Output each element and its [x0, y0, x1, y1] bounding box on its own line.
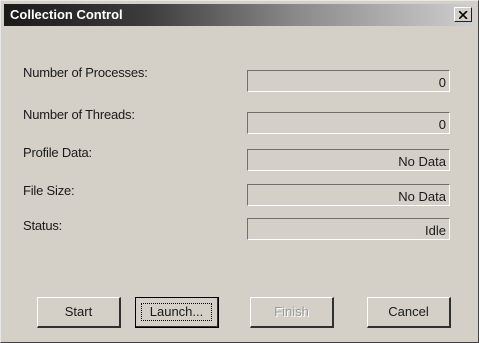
status-value-field: Idle: [247, 218, 450, 240]
profile-data-value: No Data: [398, 154, 446, 169]
title-bar[interactable]: Collection Control: [4, 4, 475, 26]
focus-rect: [141, 303, 212, 321]
cancel-button[interactable]: Cancel: [367, 297, 451, 328]
profile-data-value-field: No Data: [247, 149, 450, 171]
file-size-value-field: No Data: [247, 184, 450, 206]
status-value: Idle: [425, 223, 446, 238]
close-button[interactable]: [454, 7, 472, 22]
profile-data-label: Profile Data:: [23, 145, 92, 160]
collection-control-dialog: Collection Control Number of Processes: …: [0, 0, 479, 343]
start-button[interactable]: Start: [37, 297, 121, 328]
file-size-label: File Size:: [23, 183, 75, 198]
processes-value-field: 0: [247, 70, 450, 92]
threads-label: Number of Threads:: [23, 107, 135, 122]
cancel-button-label: Cancel: [388, 304, 429, 319]
processes-value: 0: [438, 75, 446, 90]
launch-button[interactable]: Launch...: [135, 297, 219, 328]
threads-value-field: 0: [247, 112, 450, 134]
start-button-label: Start: [64, 304, 93, 319]
processes-label: Number of Processes:: [23, 65, 148, 80]
threads-value: 0: [438, 117, 446, 132]
file-size-value: No Data: [398, 189, 446, 204]
window-title: Collection Control: [10, 7, 123, 22]
finish-button-label: Finish: [274, 304, 309, 319]
close-icon: [459, 11, 468, 19]
finish-button[interactable]: Finish: [250, 297, 334, 328]
status-label: Status:: [23, 218, 63, 233]
